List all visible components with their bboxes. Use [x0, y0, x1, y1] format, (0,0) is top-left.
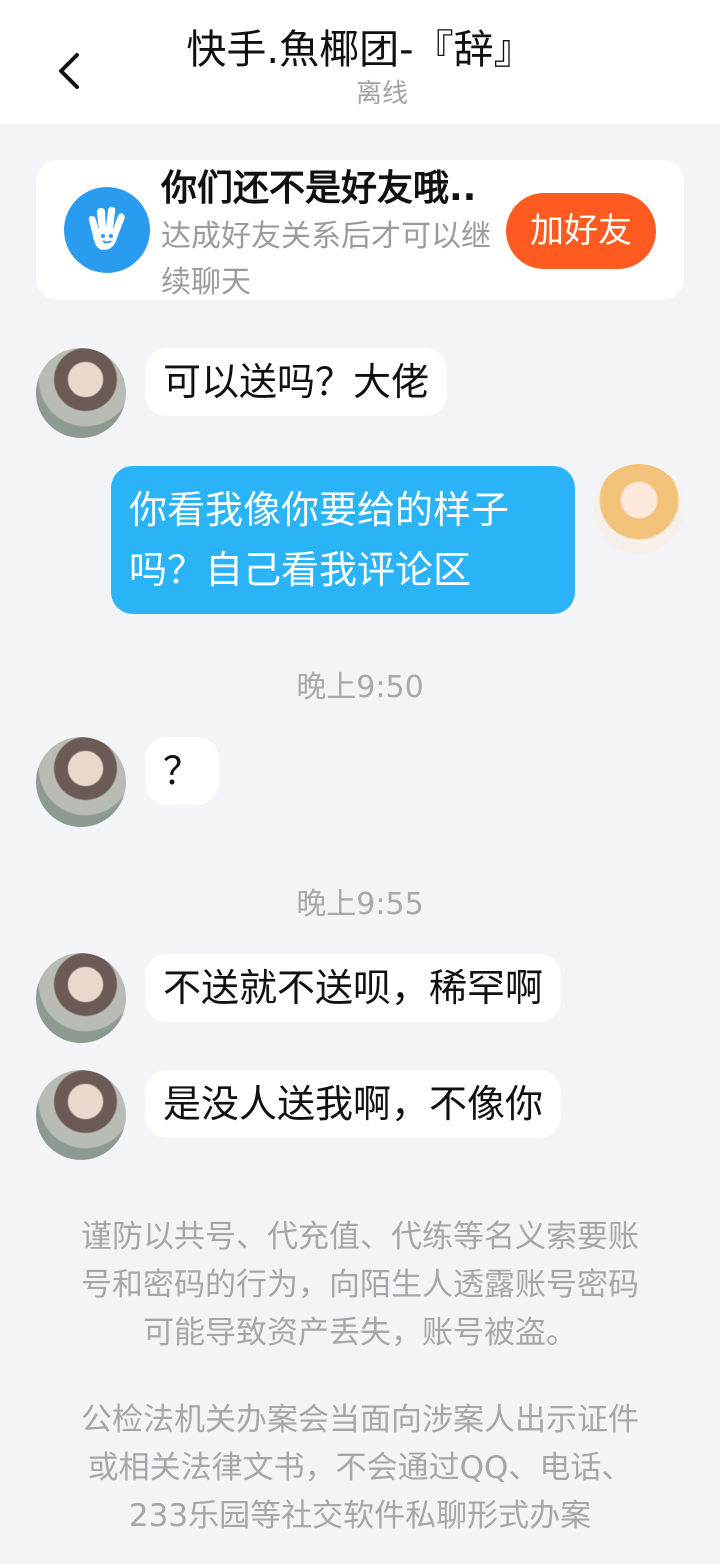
security-notice: 谨防以共号、代充值、代练等名义索要账号和密码的行为，向陌生人透露账号密码可能导致…	[81, 1219, 639, 1351]
chat-header: 快手.魚椰团-『辞』 离线	[0, 0, 720, 124]
not-friends-card: 你们还不是好友哦.. 达成好友关系后才可以继续聊天 加好友	[36, 160, 684, 300]
message-bubble-incoming[interactable]: 可以送吗？大佬	[145, 348, 448, 416]
legal-notice: 公检法机关办案会当面向涉案人出示证件或相关法律文书，不会通过QQ、电话、233乐…	[81, 1402, 639, 1534]
message-bubble-incoming[interactable]: 不送就不送呗，稀罕啊	[145, 954, 562, 1022]
contact-avatar[interactable]	[36, 737, 126, 827]
hand-icon	[64, 187, 150, 273]
message-bubble-incoming[interactable]: ？	[145, 737, 220, 805]
card-title: 你们还不是好友哦..	[161, 168, 477, 209]
card-description: 达成好友关系后才可以继续聊天	[161, 219, 491, 300]
online-status: 离线	[355, 79, 408, 109]
timestamp: 晚上9:55	[296, 887, 424, 922]
message-bubble-outgoing[interactable]: 你看我像你要给的样子吗？自己看我评论区	[111, 466, 575, 614]
timestamp: 晚上9:50	[296, 670, 424, 705]
contact-avatar[interactable]	[36, 1070, 126, 1160]
my-avatar[interactable]	[594, 464, 684, 554]
chat-title: 快手.魚椰团-『辞』	[186, 27, 534, 73]
add-friend-button[interactable]: 加好友	[506, 193, 656, 269]
message-bubble-incoming[interactable]: 是没人送我啊，不像你	[145, 1070, 562, 1138]
contact-avatar[interactable]	[36, 348, 126, 438]
contact-avatar[interactable]	[36, 953, 126, 1043]
